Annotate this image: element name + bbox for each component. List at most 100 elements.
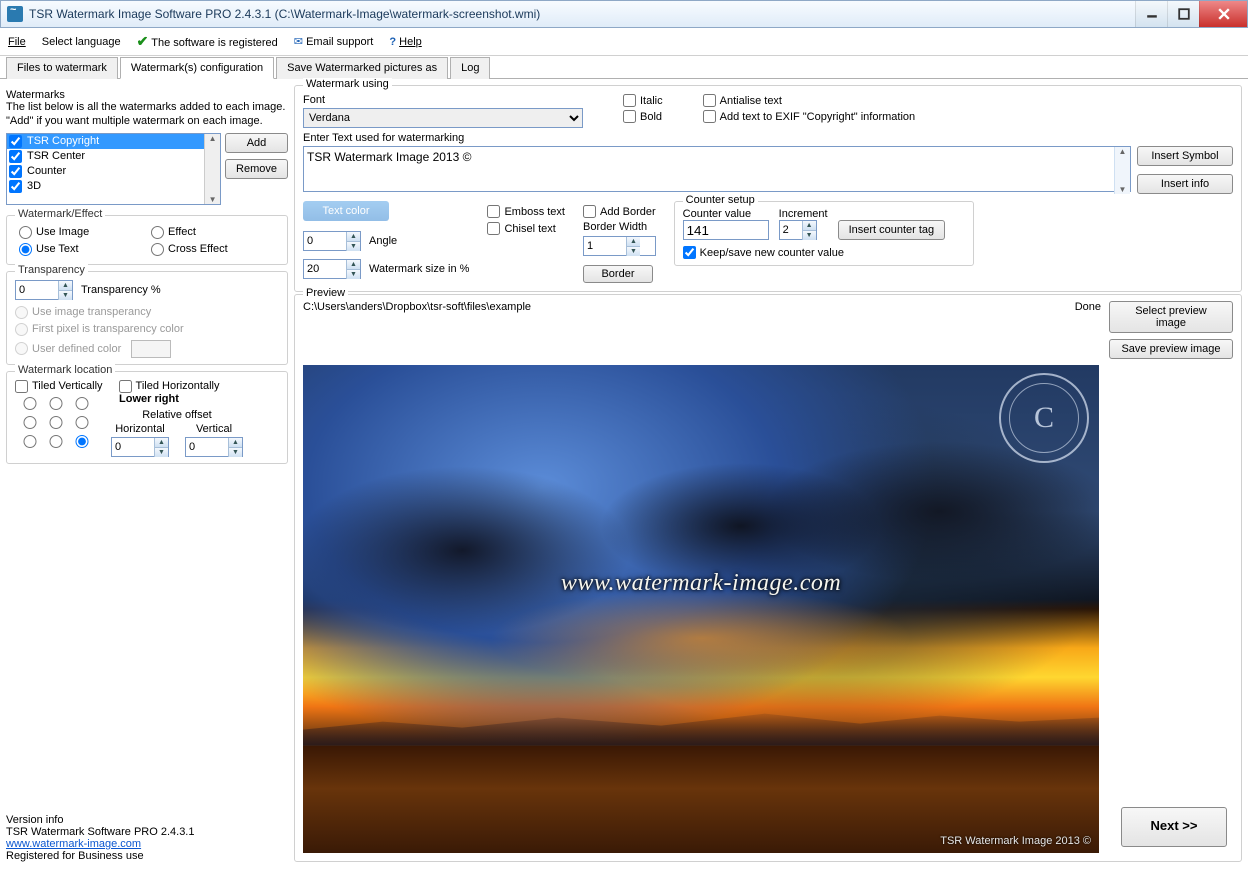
tab-config[interactable]: Watermark(s) configuration: [120, 57, 274, 79]
effect-title: Watermark/Effect: [15, 208, 105, 220]
list-item-check[interactable]: [9, 150, 22, 163]
menu-file[interactable]: File: [8, 36, 26, 48]
preview-path: C:\Users\anders\Dropbox\tsr-soft\files\e…: [303, 301, 1067, 313]
check-bold[interactable]: Bold: [623, 110, 663, 123]
relative-offset-label: Relative offset: [111, 409, 243, 421]
offset-v-spinner[interactable]: ▲▼: [185, 437, 243, 457]
version-info: Version info TSR Watermark Software PRO …: [6, 814, 288, 862]
list-item[interactable]: Counter: [7, 164, 204, 179]
insert-info-button[interactable]: Insert info: [1137, 174, 1233, 194]
main-tabs: Files to watermark Watermark(s) configur…: [0, 56, 1248, 79]
list-item-check[interactable]: [9, 135, 22, 148]
loc-tl[interactable]: [21, 397, 39, 410]
counter-value-label: Counter value: [683, 208, 769, 220]
list-item[interactable]: TSR Copyright: [7, 134, 204, 149]
version-link[interactable]: www.watermark-image.com: [6, 838, 141, 850]
insert-counter-button[interactable]: Insert counter tag: [838, 220, 946, 240]
add-button[interactable]: Add: [225, 133, 288, 153]
tab-save[interactable]: Save Watermarked pictures as: [276, 57, 448, 79]
loc-br[interactable]: [73, 435, 91, 448]
counter-title: Counter setup: [683, 194, 758, 206]
check-antialias[interactable]: Antialise text: [703, 94, 916, 107]
radio-cross-effect[interactable]: Cross Effect: [151, 243, 275, 256]
scrollbar[interactable]: ▲▼: [204, 134, 220, 204]
preview-status: Done: [1075, 301, 1101, 313]
preview-watermark-url: www.watermark-image.com: [303, 570, 1099, 597]
watermark-text-input[interactable]: TSR Watermark Image 2013 ©: [303, 146, 1131, 192]
watermark-using-group: Watermark using Font Verdana Italic Bold…: [294, 85, 1242, 292]
radio-use-text[interactable]: Use Text: [19, 243, 143, 256]
menu-language[interactable]: Select language: [42, 36, 121, 48]
offset-h-label: Horizontal: [111, 423, 169, 435]
watermarks-desc: The list below is all the watermarks add…: [6, 101, 288, 129]
offset-v-label: Vertical: [185, 423, 243, 435]
font-select[interactable]: Verdana: [303, 108, 583, 128]
text-color-button[interactable]: Text color: [303, 201, 389, 221]
check-emboss[interactable]: Emboss text: [487, 205, 565, 218]
check-keep-counter[interactable]: Keep/save new counter value: [683, 246, 965, 259]
loc-mr[interactable]: [73, 416, 91, 429]
check-add-border[interactable]: Add Border: [583, 205, 656, 218]
loc-bc[interactable]: [47, 435, 65, 448]
window-titlebar: TSR Watermark Image Software PRO 2.4.3.1…: [0, 0, 1248, 28]
textarea-scrollbar[interactable]: ▲▼: [1114, 147, 1130, 194]
check-tiled-h[interactable]: Tiled Horizontally: [119, 380, 220, 393]
preview-title: Preview: [303, 287, 348, 299]
preview-group: Preview C:\Users\anders\Dropbox\tsr-soft…: [294, 294, 1242, 862]
mail-icon: ✉: [294, 36, 303, 48]
check-icon: ✔: [137, 33, 149, 49]
window-title: TSR Watermark Image Software PRO 2.4.3.1…: [29, 7, 1135, 21]
transparency-group: Transparency ▲▼ Transparency % Use image…: [6, 271, 288, 365]
radio-effect[interactable]: Effect: [151, 226, 275, 239]
watermarks-list[interactable]: TSR Copyright TSR Center Counter 3D ▲▼: [6, 133, 221, 205]
angle-spinner[interactable]: ▲▼: [303, 231, 361, 251]
loc-ml[interactable]: [21, 416, 39, 429]
offset-h-spinner[interactable]: ▲▼: [111, 437, 169, 457]
insert-symbol-button[interactable]: Insert Symbol: [1137, 146, 1233, 166]
select-preview-button[interactable]: Select preview image: [1109, 301, 1233, 333]
size-spinner[interactable]: ▲▼: [303, 259, 361, 279]
tab-log[interactable]: Log: [450, 57, 490, 79]
angle-label: Angle: [369, 235, 397, 247]
check-chisel[interactable]: Chisel text: [487, 222, 565, 235]
menu-registered[interactable]: ✔ The software is registered: [137, 33, 278, 50]
watermarks-section: Watermarks The list below is all the wat…: [6, 85, 288, 209]
list-item[interactable]: TSR Center: [7, 149, 204, 164]
counter-value-input[interactable]: [683, 220, 769, 240]
increment-spinner[interactable]: ▲▼: [779, 220, 817, 240]
close-button[interactable]: [1199, 1, 1247, 27]
loc-bl[interactable]: [21, 435, 39, 448]
window-controls: [1135, 1, 1247, 27]
check-exif[interactable]: Add text to EXIF "Copyright" information: [703, 110, 916, 123]
location-title: Watermark location: [15, 364, 115, 376]
counter-group: Counter setup Counter value Increment▲▼ …: [674, 201, 974, 266]
minimize-button[interactable]: [1135, 1, 1167, 27]
border-button[interactable]: Border: [583, 265, 653, 283]
loc-tc[interactable]: [47, 397, 65, 410]
enter-text-label: Enter Text used for watermarking: [303, 132, 1233, 144]
maximize-button[interactable]: [1167, 1, 1199, 27]
list-item[interactable]: 3D: [7, 179, 204, 194]
transparency-label: Transparency %: [81, 284, 161, 296]
transparency-spinner[interactable]: ▲▼: [15, 280, 73, 300]
loc-tr[interactable]: [73, 397, 91, 410]
location-group: Watermark location Tiled Vertically Tile…: [6, 371, 288, 464]
menu-help[interactable]: ? Help: [389, 36, 421, 48]
save-preview-button[interactable]: Save preview image: [1109, 339, 1233, 359]
menubar: File Select language ✔ The software is r…: [0, 28, 1248, 56]
border-width-spinner[interactable]: ▲▼: [583, 236, 656, 256]
loc-mc[interactable]: [47, 416, 65, 429]
tab-files[interactable]: Files to watermark: [6, 57, 118, 79]
list-item-check[interactable]: [9, 165, 22, 178]
menu-email[interactable]: ✉ Email support: [294, 35, 374, 48]
watermarks-title: Watermarks: [6, 89, 288, 101]
check-tiled-v[interactable]: Tiled Vertically: [15, 380, 103, 393]
check-italic[interactable]: Italic: [623, 94, 663, 107]
remove-button[interactable]: Remove: [225, 159, 288, 179]
location-grid: [21, 397, 91, 448]
version-line: TSR Watermark Software PRO 2.4.3.1: [6, 826, 288, 838]
list-item-check[interactable]: [9, 180, 22, 193]
radio-use-image[interactable]: Use Image: [19, 226, 143, 239]
preview-image: www.watermark-image.com C TSR Watermark …: [303, 365, 1099, 853]
next-button[interactable]: Next >>: [1121, 807, 1227, 847]
